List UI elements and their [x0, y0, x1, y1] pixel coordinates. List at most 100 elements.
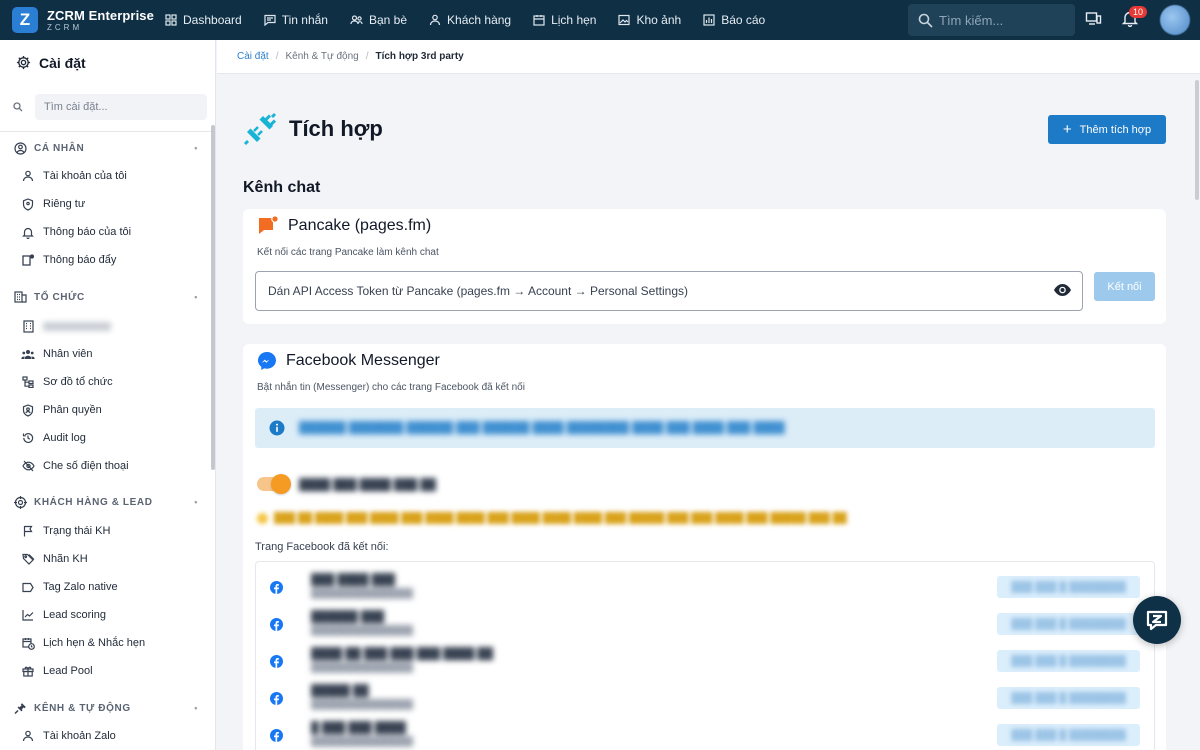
breadcrumb-channels[interactable]: Kênh & Tự động [285, 51, 358, 62]
customer-icon [429, 14, 441, 26]
pancake-card: Pancake (pages.fm) Kết nối các trang Pan… [243, 209, 1166, 324]
shield-icon [20, 197, 36, 211]
section-title-chat-channels: Kênh chat [243, 179, 321, 196]
info-text-redacted: ██████ ███████ ██████ ███ ██████ ████ ██… [299, 422, 785, 434]
person-icon [20, 170, 36, 182]
nav-reports[interactable]: Báo cáo [703, 13, 765, 27]
messenger-icon [257, 351, 277, 371]
pancake-token-input[interactable] [268, 284, 1038, 298]
sidebar-item-audit-log[interactable]: Audit log [0, 427, 210, 449]
nav-label: Dashboard [183, 13, 242, 27]
pancake-icon [257, 215, 279, 237]
page-title: Tích hợp [289, 116, 383, 141]
main-scrollbar[interactable] [1195, 80, 1199, 200]
sidebar-item-my-account[interactable]: Tài khoản của tôi [0, 165, 210, 187]
facebook-icon [270, 729, 283, 742]
sidebar-item-privacy[interactable]: Riêng tư [0, 193, 210, 215]
target-icon [14, 495, 27, 509]
nav-image-library[interactable]: Kho ảnh [618, 13, 681, 27]
collapse-icon: • [194, 703, 198, 713]
info-icon [269, 420, 285, 436]
sidebar-item-push-notifications[interactable]: Thông báo đẩy [0, 249, 210, 271]
messenger-toggle[interactable] [257, 474, 291, 494]
breadcrumb-settings[interactable]: Cài đặt [237, 51, 269, 62]
calendar-icon [533, 14, 545, 26]
facebook-messenger-card: Facebook Messenger Bật nhắn tin (Messeng… [243, 344, 1166, 750]
search-input[interactable] [939, 12, 1064, 28]
global-search[interactable] [908, 4, 1075, 36]
facebook-icon [270, 618, 283, 631]
facebook-description: Bật nhắn tin (Messenger) cho các trang F… [257, 382, 525, 393]
nav-messages[interactable]: Tin nhắn [264, 13, 328, 27]
nav-calendar[interactable]: Lịch hẹn [533, 13, 596, 27]
sidebar-item-lead-scoring[interactable]: Lead scoring [0, 604, 210, 626]
sidebar-item-org-chart[interactable]: Sơ đồ tổ chức [0, 371, 210, 393]
sidebar-divider [0, 131, 215, 132]
page-name-redacted: █████ ██ ████████████████ [311, 685, 414, 709]
page-action-button[interactable]: ███ ███ █ ████████ [997, 724, 1140, 746]
settings-sidebar: Cài đặt CÁ NHÂN • Tài khoản của tôi Riên… [0, 40, 216, 750]
sidebar-item-customer-status[interactable]: Trạng thái KH [0, 520, 210, 542]
sidebar-scrollbar[interactable] [211, 125, 215, 470]
brand[interactable]: Z ZCRM Enterprise ZCRM [0, 7, 165, 33]
page-action-button[interactable]: ███ ███ █ ████████ [997, 576, 1140, 598]
sidebar-item-permissions[interactable]: Phân quyền [0, 399, 210, 421]
pancake-token-field[interactable] [255, 271, 1083, 311]
people-icon [20, 349, 36, 360]
show-password-icon[interactable] [1053, 283, 1072, 297]
section-customers-leads[interactable]: KHÁCH HÀNG & LEAD • [0, 492, 210, 512]
pancake-connect-button[interactable]: Kết nối [1094, 272, 1155, 301]
report-icon [703, 14, 715, 26]
notification-badge: 10 [1129, 6, 1148, 18]
nav-label: Bạn bè [368, 13, 408, 27]
plug-icon [243, 112, 277, 146]
info-alert: ██████ ███████ ██████ ███ ██████ ████ ██… [255, 408, 1155, 448]
nav-customers[interactable]: Khách hàng [429, 13, 511, 27]
pancake-description: Kết nối các trang Pancake làm kênh chat [257, 247, 439, 258]
sidebar-item-appointments-reminders[interactable]: Lịch hẹn & Nhắc hẹn [0, 632, 210, 654]
sidebar-item-my-notifications[interactable]: Thông báo của tôi [0, 221, 210, 243]
sidebar-item-customer-labels[interactable]: Nhãn KH [0, 548, 210, 570]
plug-icon [14, 702, 27, 715]
nav-label: Lịch hẹn [551, 13, 597, 27]
page-action-button[interactable]: ███ ███ █ ████████ [997, 613, 1140, 635]
nav-label: Kho ảnh [636, 13, 682, 27]
page-action-button[interactable]: ███ ███ █ ████████ [997, 650, 1140, 672]
section-organization[interactable]: TỔ CHỨC • [0, 287, 210, 307]
tags-icon [20, 553, 36, 565]
sidebar-item-organization-name[interactable] [0, 315, 210, 337]
list-item: █████ ██ ████████████████ ███ ███ █ █████… [256, 680, 1154, 717]
brand-logo: Z [12, 7, 38, 33]
sidebar-item-hide-phone[interactable]: Che số điện thoại [0, 455, 210, 477]
connected-pages-label: Trang Facebook đã kết nối: [255, 541, 389, 553]
security-icon [20, 403, 36, 417]
settings-search-input[interactable] [44, 101, 194, 113]
friends-icon [350, 14, 363, 26]
history-icon [20, 432, 36, 444]
user-avatar[interactable] [1160, 5, 1190, 35]
sidebar-item-zalo-tags[interactable]: Tag Zalo native [0, 576, 210, 598]
search-icon [13, 102, 23, 112]
chat-widget-button[interactable] [1133, 596, 1181, 644]
trend-icon [20, 609, 36, 621]
devices-icon[interactable] [1085, 10, 1102, 27]
organization-name-redacted [43, 321, 111, 331]
section-channels-automation[interactable]: KÊNH & TỰ ĐỘNG • [0, 698, 210, 718]
page-name-redacted: ██████ ███ ████████████████ [311, 611, 414, 635]
zalo-chat-icon [1145, 608, 1169, 632]
add-integration-button[interactable]: + Thêm tích hợp [1048, 115, 1166, 144]
plus-icon: + [1062, 121, 1072, 138]
page-action-button[interactable]: ███ ███ █ ████████ [997, 687, 1140, 709]
sidebar-item-employees[interactable]: Nhân viên [0, 343, 210, 365]
nav-friends[interactable]: Bạn bè [350, 13, 407, 27]
sidebar-item-zalo-account[interactable]: Tài khoản Zalo [0, 725, 210, 747]
brand-subtitle: ZCRM [47, 22, 83, 32]
nav-dashboard[interactable]: Dashboard [165, 13, 242, 27]
building-icon [14, 291, 27, 303]
toggle-knob [271, 474, 291, 494]
gear-icon [16, 55, 31, 70]
facebook-icon [270, 581, 283, 594]
gift-box-icon [20, 665, 36, 677]
section-personal[interactable]: CÁ NHÂN • [0, 138, 210, 158]
sidebar-item-lead-pool[interactable]: Lead Pool [0, 660, 210, 682]
